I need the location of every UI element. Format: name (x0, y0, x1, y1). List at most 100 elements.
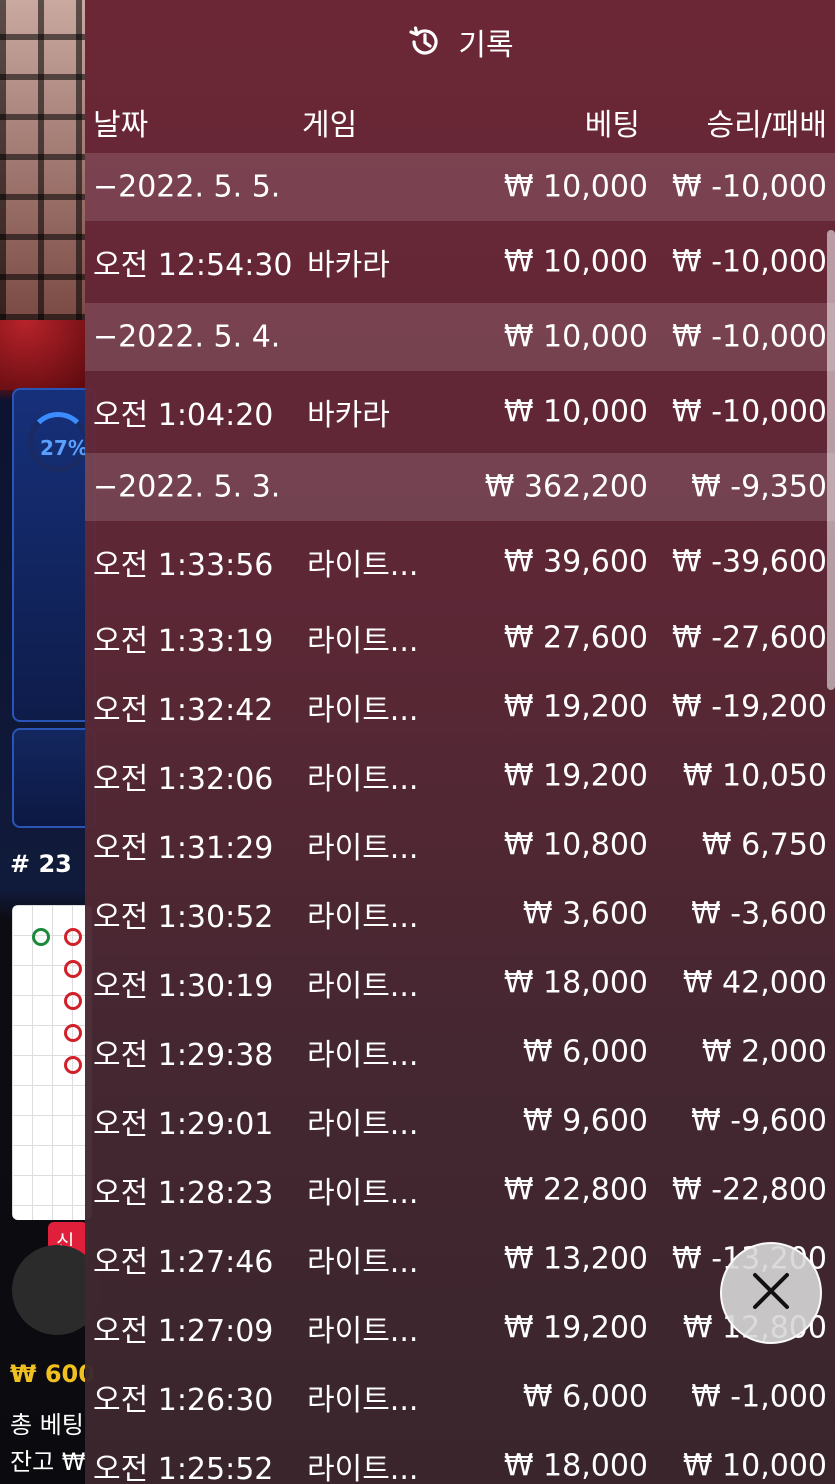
row-game: 라이트... (307, 968, 419, 1004)
row-game: 라이트... (307, 830, 419, 866)
row-winloss: ₩ -3,600 (691, 896, 827, 931)
row-date: 오전 1:25:52 (93, 1451, 274, 1484)
row-bet: ₩ 18,000 (503, 965, 648, 1000)
history-row: 오전 1:33:19 라이트... ₩ 27,600 ₩ -27,600 (85, 603, 835, 672)
total-bet-label: 총 베팅 (10, 1411, 84, 1439)
row-bet: ₩ 9,600 (522, 1103, 648, 1138)
row-winloss: ₩ -19,200 (672, 689, 827, 724)
background-lattice-window (0, 0, 85, 320)
history-row: 오전 1:26:30 라이트... ₩ 6,000 ₩ -1,000 (85, 1362, 835, 1431)
row-date: −2022. 5. 5. (93, 169, 281, 205)
row-winloss: ₩ 10,050 (682, 758, 827, 793)
scrollbar[interactable] (827, 230, 835, 690)
column-winloss: 승리/패배 (706, 108, 827, 143)
round-number: # 23 (10, 850, 72, 878)
row-date: 오전 1:29:01 (93, 1106, 274, 1142)
row-date: 오전 1:32:42 (93, 692, 274, 728)
row-winloss: ₩ -10,000 (672, 169, 827, 205)
road-marker (64, 928, 82, 946)
row-bet: ₩ 6,000 (522, 1379, 648, 1414)
road-marker (32, 928, 50, 946)
row-game: 라이트... (307, 1313, 419, 1349)
row-bet: ₩ 19,200 (503, 758, 648, 793)
row-bet: ₩ 3,600 (522, 896, 648, 931)
progress-label: 27% (40, 436, 88, 460)
column-header-row: 날짜 게임 베팅 승리/패배 (85, 83, 835, 153)
road-marker (64, 960, 82, 978)
row-bet: ₩ 362,200 (484, 469, 648, 505)
bet-amount: ₩ 600 (10, 1360, 95, 1388)
row-bet: ₩ 19,200 (503, 689, 648, 724)
close-button[interactable] (720, 1242, 822, 1344)
history-header: 기록 (85, 0, 835, 83)
row-date: 오전 1:33:19 (93, 623, 274, 659)
row-winloss: ₩ -1,000 (691, 1379, 827, 1414)
row-game: 라이트... (307, 1106, 419, 1142)
history-row: 오전 1:33:56 라이트... ₩ 39,600 ₩ -39,600 (85, 521, 835, 603)
row-bet: ₩ 10,000 (503, 319, 648, 355)
row-bet: ₩ 18,000 (503, 1448, 648, 1483)
row-game: 라이트... (307, 899, 419, 935)
row-game: 라이트... (307, 1244, 419, 1280)
history-row: 오전 1:32:06 라이트... ₩ 19,200 ₩ 10,050 (85, 741, 835, 810)
history-row: 오전 1:30:19 라이트... ₩ 18,000 ₩ 42,000 (85, 948, 835, 1017)
history-row: 오전 1:31:29 라이트... ₩ 10,800 ₩ 6,750 (85, 810, 835, 879)
row-game: 라이트... (307, 692, 419, 728)
player-pair-panel[interactable] (12, 728, 96, 828)
history-row: 오전 1:30:52 라이트... ₩ 3,600 ₩ -3,600 (85, 879, 835, 948)
row-bet: ₩ 13,200 (503, 1241, 648, 1276)
row-game: 바카라 (307, 248, 390, 283)
row-winloss: ₩ -9,350 (691, 469, 827, 505)
history-row: 오전 1:29:38 라이트... ₩ 6,000 ₩ 2,000 (85, 1017, 835, 1086)
background-table (0, 320, 85, 390)
row-winloss: ₩ -10,000 (672, 394, 827, 430)
date-group-row[interactable]: −2022. 5. 5. ₩ 10,000 ₩ -10,000 (85, 153, 835, 221)
row-winloss: ₩ -27,600 (672, 620, 827, 655)
row-date: 오전 12:54:30 (93, 248, 293, 283)
row-winloss: ₩ -9,600 (691, 1103, 827, 1138)
row-bet: ₩ 6,000 (522, 1034, 648, 1069)
road-marker (64, 1056, 82, 1074)
row-bet: ₩ 10,000 (503, 394, 648, 430)
close-icon (751, 1271, 791, 1315)
row-winloss: ₩ -10,000 (672, 319, 827, 355)
row-bet: ₩ 27,600 (503, 620, 648, 655)
row-game: 라이트... (307, 548, 419, 583)
row-date: 오전 1:29:38 (93, 1037, 274, 1073)
row-date: 오전 1:30:19 (93, 968, 274, 1004)
column-game: 게임 (302, 108, 358, 143)
road-marker (64, 992, 82, 1010)
date-group-row[interactable]: −2022. 5. 3. ₩ 362,200 ₩ -9,350 (85, 453, 835, 521)
history-panel: 기록 날짜 게임 베팅 승리/패배 −2022. 5. 5. ₩ 10,000 ₩ … (85, 0, 835, 1484)
row-winloss: ₩ -10,000 (672, 244, 827, 280)
row-bet: ₩ 10,000 (503, 169, 648, 205)
row-bet: ₩ 10,000 (503, 244, 648, 280)
row-date: 오전 1:27:46 (93, 1244, 274, 1280)
row-date: 오전 1:31:29 (93, 830, 274, 866)
row-winloss: ₩ 10,000 (682, 1448, 827, 1483)
row-bet: ₩ 19,200 (503, 1310, 648, 1345)
row-game: 라이트... (307, 623, 419, 659)
date-group-row[interactable]: −2022. 5. 4. ₩ 10,000 ₩ -10,000 (85, 303, 835, 371)
row-winloss: ₩ -39,600 (672, 544, 827, 580)
row-game: 라이트... (307, 1175, 419, 1211)
row-game: 라이트... (307, 761, 419, 797)
row-winloss: ₩ 2,000 (701, 1034, 827, 1069)
row-winloss: ₩ 42,000 (682, 965, 827, 1000)
history-icon (406, 23, 444, 61)
row-date: −2022. 5. 4. (93, 319, 281, 355)
column-date: 날짜 (93, 108, 149, 143)
row-game: 라이트... (307, 1382, 419, 1418)
history-row: 오전 1:25:52 라이트... ₩ 18,000 ₩ 10,000 (85, 1431, 835, 1484)
history-row: 오전 1:28:23 라이트... ₩ 22,800 ₩ -22,800 (85, 1155, 835, 1224)
history-row: 오전 1:04:20 바카라 ₩ 10,000 ₩ -10,000 (85, 371, 835, 453)
history-row: 오전 1:32:42 라이트... ₩ 19,200 ₩ -19,200 (85, 672, 835, 741)
row-date: −2022. 5. 3. (93, 469, 281, 505)
row-date: 오전 1:27:09 (93, 1313, 274, 1349)
row-game: 바카라 (307, 398, 390, 433)
history-row: 오전 1:29:01 라이트... ₩ 9,600 ₩ -9,600 (85, 1086, 835, 1155)
row-winloss: ₩ 6,750 (701, 827, 827, 862)
row-date: 오전 1:32:06 (93, 761, 274, 797)
row-date: 오전 1:28:23 (93, 1175, 274, 1211)
history-row: 오전 12:54:30 바카라 ₩ 10,000 ₩ -10,000 (85, 221, 835, 303)
